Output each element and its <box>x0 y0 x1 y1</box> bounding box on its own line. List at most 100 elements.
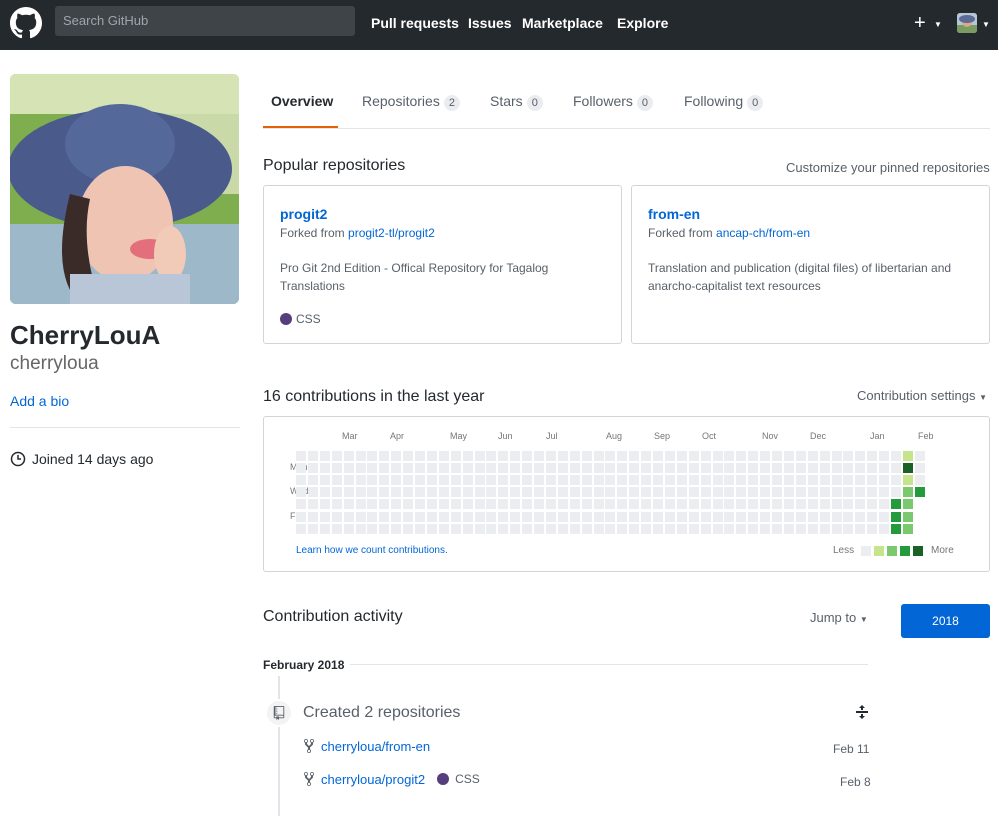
calendar-day-cell[interactable] <box>343 499 354 510</box>
calendar-day-cell[interactable] <box>545 499 556 510</box>
calendar-day-cell[interactable] <box>581 523 592 534</box>
calendar-day-cell[interactable] <box>296 499 306 510</box>
calendar-day-cell[interactable] <box>891 523 901 534</box>
calendar-day-cell[interactable] <box>855 463 866 474</box>
calendar-day-cell[interactable] <box>772 523 782 534</box>
calendar-day-cell[interactable] <box>379 523 390 534</box>
calendar-day-cell[interactable] <box>319 475 330 486</box>
calendar-day-cell[interactable] <box>902 487 913 498</box>
calendar-day-cell[interactable] <box>617 475 628 486</box>
calendar-day-cell[interactable] <box>700 511 711 522</box>
calendar-day-cell[interactable] <box>783 523 794 534</box>
calendar-day-cell[interactable] <box>450 511 461 522</box>
calendar-day-cell[interactable] <box>712 499 723 510</box>
calendar-day-cell[interactable] <box>474 475 485 486</box>
calendar-day-cell[interactable] <box>914 463 925 474</box>
calendar-day-cell[interactable] <box>331 487 342 498</box>
calendar-day-cell[interactable] <box>736 511 747 522</box>
calendar-day-cell[interactable] <box>736 523 747 534</box>
calendar-day-cell[interactable] <box>653 475 663 486</box>
calendar-day-cell[interactable] <box>534 451 544 461</box>
calendar-day-cell[interactable] <box>831 487 842 498</box>
calendar-day-cell[interactable] <box>748 475 759 486</box>
calendar-day-cell[interactable] <box>724 499 735 510</box>
calendar-day-cell[interactable] <box>760 451 771 461</box>
calendar-day-cell[interactable] <box>855 451 866 461</box>
calendar-day-cell[interactable] <box>462 487 473 498</box>
calendar-day-cell[interactable] <box>772 463 782 474</box>
calendar-day-cell[interactable] <box>403 475 414 486</box>
calendar-day-cell[interactable] <box>712 487 723 498</box>
calendar-day-cell[interactable] <box>676 511 687 522</box>
calendar-day-cell[interactable] <box>415 475 425 486</box>
calendar-day-cell[interactable] <box>569 511 580 522</box>
tab-overview[interactable]: Overview <box>271 93 333 109</box>
calendar-day-cell[interactable] <box>534 475 544 486</box>
calendar-day-cell[interactable] <box>760 523 771 534</box>
calendar-day-cell[interactable] <box>307 475 318 486</box>
calendar-day-cell[interactable] <box>498 451 509 461</box>
tab-stars[interactable]: Stars 0 <box>490 93 543 111</box>
calendar-day-cell[interactable] <box>474 499 485 510</box>
calendar-day-cell[interactable] <box>319 499 330 510</box>
calendar-day-cell[interactable] <box>605 451 616 461</box>
calendar-day-cell[interactable] <box>688 523 699 534</box>
calendar-day-cell[interactable] <box>807 499 818 510</box>
calendar-day-cell[interactable] <box>581 475 592 486</box>
calendar-day-cell[interactable] <box>379 475 390 486</box>
calendar-day-cell[interactable] <box>367 451 378 461</box>
calendar-day-cell[interactable] <box>319 511 330 522</box>
calendar-day-cell[interactable] <box>724 487 735 498</box>
calendar-day-cell[interactable] <box>545 475 556 486</box>
calendar-day-cell[interactable] <box>367 475 378 486</box>
calendar-day-cell[interactable] <box>819 463 830 474</box>
calendar-day-cell[interactable] <box>462 511 473 522</box>
calendar-day-cell[interactable] <box>867 499 878 510</box>
calendar-day-cell[interactable] <box>867 475 878 486</box>
calendar-day-cell[interactable] <box>736 451 747 461</box>
calendar-day-cell[interactable] <box>367 499 378 510</box>
calendar-day-cell[interactable] <box>486 487 497 498</box>
calendar-day-cell[interactable] <box>450 499 461 510</box>
calendar-day-cell[interactable] <box>307 463 318 474</box>
calendar-day-cell[interactable] <box>462 463 473 474</box>
calendar-day-cell[interactable] <box>641 463 652 474</box>
calendar-day-cell[interactable] <box>307 511 318 522</box>
calendar-day-cell[interactable] <box>617 523 628 534</box>
calendar-day-cell[interactable] <box>772 475 782 486</box>
calendar-day-cell[interactable] <box>581 499 592 510</box>
repo-name-link[interactable]: from-en <box>648 206 700 222</box>
calendar-day-cell[interactable] <box>474 451 485 461</box>
calendar-day-cell[interactable] <box>843 499 854 510</box>
calendar-day-cell[interactable] <box>486 511 497 522</box>
calendar-day-cell[interactable] <box>391 451 402 461</box>
calendar-day-cell[interactable] <box>843 451 854 461</box>
calendar-day-cell[interactable] <box>700 499 711 510</box>
calendar-day-cell[interactable] <box>415 463 425 474</box>
calendar-day-cell[interactable] <box>534 511 544 522</box>
calendar-day-cell[interactable] <box>367 511 378 522</box>
calendar-day-cell[interactable] <box>712 523 723 534</box>
calendar-day-cell[interactable] <box>605 511 616 522</box>
calendar-day-cell[interactable] <box>545 487 556 498</box>
calendar-day-cell[interactable] <box>296 451 306 461</box>
calendar-day-cell[interactable] <box>807 523 818 534</box>
calendar-day-cell[interactable] <box>438 451 449 461</box>
calendar-day-cell[interactable] <box>343 475 354 486</box>
calendar-day-cell[interactable] <box>367 523 378 534</box>
calendar-day-cell[interactable] <box>807 463 818 474</box>
calendar-day-cell[interactable] <box>569 475 580 486</box>
calendar-day-cell[interactable] <box>486 475 497 486</box>
calendar-day-cell[interactable] <box>438 499 449 510</box>
user-menu-avatar[interactable] <box>957 13 977 33</box>
calendar-day-cell[interactable] <box>510 523 521 534</box>
activity-repo-link[interactable]: cherryloua/progit2 <box>321 772 425 787</box>
calendar-day-cell[interactable] <box>379 463 390 474</box>
calendar-day-cell[interactable] <box>831 475 842 486</box>
search-input[interactable]: Search GitHub <box>55 6 355 36</box>
calendar-day-cell[interactable] <box>617 487 628 498</box>
calendar-day-cell[interactable] <box>355 523 366 534</box>
calendar-day-cell[interactable] <box>581 463 592 474</box>
calendar-day-cell[interactable] <box>557 523 568 534</box>
calendar-day-cell[interactable] <box>688 511 699 522</box>
